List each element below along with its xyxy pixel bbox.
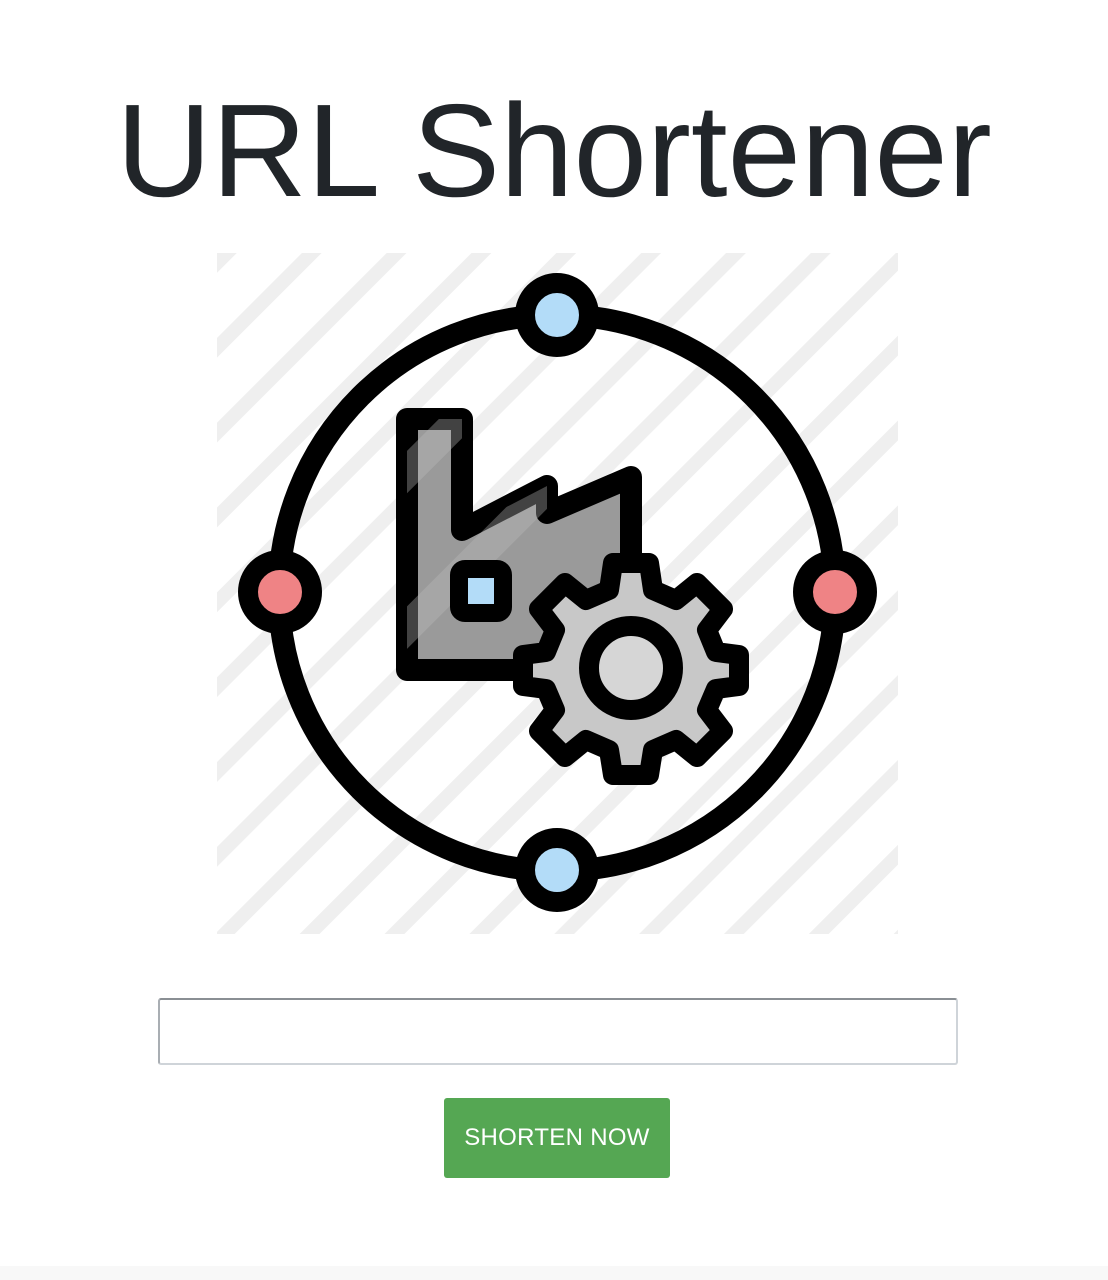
node-left <box>238 550 322 634</box>
factory-window <box>450 560 512 622</box>
node-right <box>793 550 877 634</box>
footer-strip <box>0 1266 1108 1280</box>
node-bottom <box>515 828 599 912</box>
page: URL Shortener SHORTEN NOW <box>0 0 1108 1280</box>
page-title: URL Shortener <box>116 77 992 224</box>
url-input[interactable] <box>158 998 958 1065</box>
factory-gear-network-icon <box>217 253 898 934</box>
shorten-now-button[interactable]: SHORTEN NOW <box>444 1098 670 1178</box>
gear-icon <box>513 553 749 785</box>
node-top <box>515 273 599 357</box>
